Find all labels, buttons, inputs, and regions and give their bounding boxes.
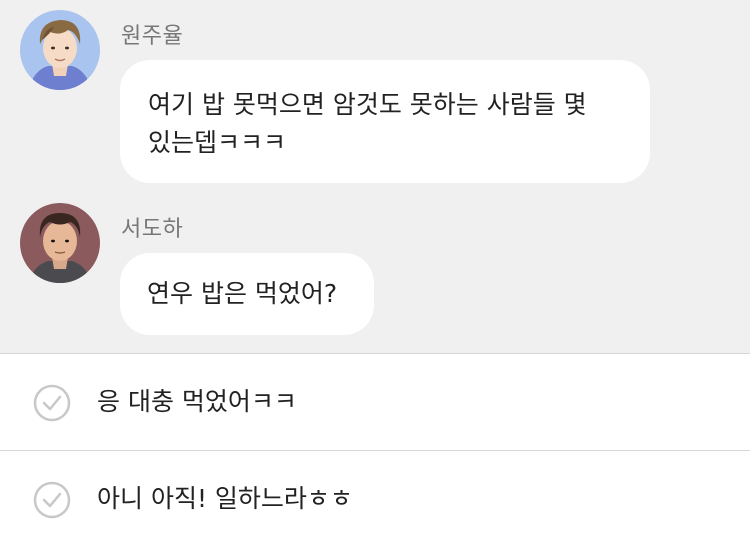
chat-area: 원주율 여기 밥 못먹으면 암것도 못하는 사람들 몇 있는뎁ㅋㅋㅋ 서도하 연… — [0, 0, 750, 353]
message-bubble: 연우 밥은 먹었어? — [120, 253, 374, 335]
reply-choice-label: 응 대충 먹었어ㅋㅋ — [97, 387, 297, 416]
sender-name: 원주율 — [121, 24, 184, 49]
male-avatar-dark-hair — [20, 203, 100, 283]
avatar[interactable] — [20, 10, 100, 90]
message-text-line: 여기 밥 못먹으면 암것도 못하는 사람들 몇 — [148, 90, 587, 119]
check-circle-icon — [33, 384, 71, 422]
reply-choice-label: 아니 아직! 일하느라ㅎㅎ — [97, 484, 353, 513]
reply-choice[interactable]: 아니 아직! 일하느라ㅎㅎ — [0, 450, 750, 546]
reply-choices: 응 대충 먹었어ㅋㅋ 아니 아직! 일하느라ㅎㅎ — [0, 353, 750, 544]
check-circle-icon — [33, 481, 71, 519]
avatar[interactable] — [20, 203, 100, 283]
message-text-line: 연우 밥은 먹었어? — [147, 279, 338, 308]
male-avatar-light-hair — [20, 10, 100, 90]
message-text-line: 있는뎁ㅋㅋㅋ — [148, 128, 287, 157]
sender-name: 서도하 — [121, 217, 184, 242]
reply-choice[interactable]: 응 대충 먹었어ㅋㅋ — [0, 353, 750, 449]
message-bubble: 여기 밥 못먹으면 암것도 못하는 사람들 몇 있는뎁ㅋㅋㅋ — [120, 60, 650, 183]
